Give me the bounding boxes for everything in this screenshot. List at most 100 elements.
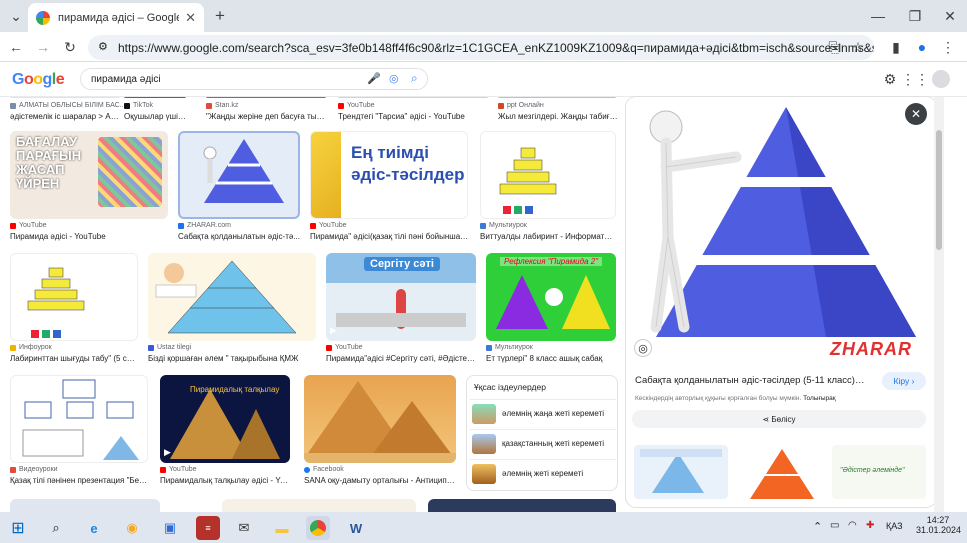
result-source: YouTube [326, 344, 363, 351]
result-card[interactable]: YouTube Трендтегі "Тарсиа" әдісі - YouTu… [338, 97, 488, 127]
result-card-selected[interactable]: ZHARAR.com Сабақта қолданылатын әдіс-тә.… [178, 131, 302, 243]
wifi-icon[interactable]: ◠ [848, 520, 857, 531]
result-thumbnail[interactable] [480, 131, 616, 219]
result-thumbnail[interactable]: Пирамидалық талқылау ▶ [160, 375, 290, 463]
tab-close-icon[interactable]: ✕ [185, 10, 196, 26]
share-button[interactable]: ⋖ Бөлісу [632, 410, 926, 428]
taskbar-search-icon[interactable]: ⌕ [44, 516, 68, 540]
result-thumbnail[interactable] [206, 97, 326, 98]
result-card[interactable]: Видеоуроки Қазақ тілі пәнінен презентаци… [10, 375, 150, 487]
result-thumbnail[interactable] [10, 499, 160, 512]
antivirus-icon[interactable]: ✚ [866, 520, 874, 531]
forward-icon[interactable]: → [33, 37, 53, 57]
result-thumbnail[interactable] [148, 253, 316, 341]
site-info-icon[interactable]: ⚙ [98, 40, 108, 53]
similar-image-thumbnail[interactable]: "Әдістер әлемінде" [832, 445, 926, 499]
panel-title[interactable]: Сабақта қолданылатын әдіс-тәсілдер (5-11… [635, 375, 865, 386]
restore-icon[interactable]: ❐ [905, 6, 925, 26]
result-title: SANA оқу-дамыту орталығы - Антиципаци... [304, 476, 456, 485]
close-panel-icon[interactable]: ✕ [905, 103, 927, 125]
settings-gear-icon[interactable]: ⚙ [880, 69, 900, 89]
related-search-item[interactable]: әлемнің жаңа жеті кереметі [470, 399, 616, 427]
yandex-browser-icon[interactable]: ◉ [120, 516, 144, 540]
lens-search-icon[interactable]: ◎ [634, 339, 652, 357]
result-thumbnail[interactable] [10, 97, 120, 98]
edge-icon[interactable]: e [82, 516, 106, 540]
image-results-grid: АЛМАТЫ ОБЛЫСЫ БІЛІМ БАС... әдістемелік і… [0, 97, 622, 512]
side-panel-icon[interactable]: ▮ [886, 37, 906, 57]
preview-image[interactable]: ZHARAR ◎ [626, 97, 936, 367]
chrome-icon[interactable] [306, 516, 330, 540]
result-card[interactable]: Ең тиімді әдіс-тәсілдер YouTube Пирамида"… [310, 131, 470, 243]
account-avatar[interactable] [932, 70, 950, 88]
result-thumbnail[interactable] [10, 253, 138, 341]
lens-icon[interactable]: ◎ [389, 72, 399, 85]
tab-search-icon[interactable]: ⌄ [6, 6, 26, 26]
back-icon[interactable]: ← [6, 37, 26, 57]
learn-more-link[interactable]: Толығырақ [803, 395, 836, 402]
language-indicator[interactable]: ҚАЗ [886, 521, 903, 531]
result-card[interactable]: БАҒАЛАУ ПАРАҒЫН ЖАСАП ҮЙРЕН YouTube Пирамид… [10, 131, 170, 243]
result-card[interactable]: TikTok Оқушылар үшін қ... [124, 97, 190, 127]
result-card[interactable]: Stan.kz "Жаңды жеріне деп басуға тыры... [206, 97, 328, 127]
voice-search-icon[interactable]: 🎤 [367, 72, 381, 85]
result-card[interactable]: Сергіту сәті ▶ YouTube Пирамида"әдісі #С… [326, 253, 478, 365]
google-logo[interactable]: Google [12, 71, 65, 89]
windows-taskbar: ⊞ ⌕ e ◉ ▣ ≡ ✉ ▬ W ⌃ ▭ ◠ ✚ ҚАЗ 14:27 31.0… [0, 512, 967, 543]
result-thumbnail[interactable] [10, 375, 148, 463]
address-bar[interactable]: ⚙ https://www.google.com/search?sca_esv=… [88, 35, 874, 60]
word-icon[interactable]: W [344, 516, 368, 540]
new-tab-icon[interactable]: + [210, 6, 230, 26]
result-thumbnail[interactable]: Рефлексия "Пирамида 2" [486, 253, 616, 341]
search-box[interactable]: пирамида әдісі 🎤 ◎ ⌕ [80, 68, 428, 90]
result-thumbnail[interactable] [428, 499, 616, 512]
result-thumbnail[interactable] [304, 375, 456, 463]
result-thumbnail[interactable]: Ең тиімді әдіс-тәсілдер [310, 131, 468, 219]
network-icon[interactable]: ▭ [830, 520, 839, 531]
result-thumbnail[interactable]: Сергіту сәті ▶ [326, 253, 476, 341]
result-source: YouTube [338, 102, 375, 109]
store-icon[interactable]: ▣ [158, 516, 182, 540]
profile-icon[interactable]: ● [912, 37, 932, 57]
file-explorer-icon[interactable]: ▬ [270, 516, 294, 540]
result-card[interactable]: АЛМАТЫ ОБЛЫСЫ БІЛІМ БАС... әдістемелік і… [10, 97, 126, 127]
result-thumbnail[interactable] [178, 131, 300, 219]
apps-grid-icon[interactable]: ⋮⋮ [901, 69, 929, 89]
related-search-item[interactable]: қазақстанның жеті кереметі [470, 429, 616, 457]
result-card[interactable]: Рефлексия "Пирамида 2" Мультиурок Ет түр… [486, 253, 618, 365]
result-thumbnail[interactable]: БАҒАЛАУ ПАРАҒЫН ЖАСАП ҮЙРЕН [10, 131, 168, 219]
reload-icon[interactable]: ↻ [60, 37, 80, 57]
share-page-icon[interactable]: ⎘ [824, 37, 844, 57]
result-card[interactable]: Инфоурок Лабиринттан шығуды табу" (5 сын… [10, 253, 140, 365]
result-source: Stan.kz [206, 102, 238, 109]
url-text: https://www.google.com/search?sca_esv=3f… [118, 40, 874, 55]
result-card[interactable]: Пирамидалық талқылау ▶ YouTube Пирамидал… [160, 375, 292, 487]
window-close-icon[interactable]: ✕ [940, 6, 960, 26]
result-thumbnail[interactable] [124, 97, 186, 98]
result-thumbnail[interactable] [498, 97, 616, 98]
result-card[interactable]: Ustaz tilegi Біздi қоршаған әлем " тақыр… [148, 253, 318, 365]
winrar-icon[interactable]: ≡ [196, 516, 220, 540]
result-title: Сабақта қолданылатын әдіс-тә... [178, 232, 300, 241]
result-thumbnail[interactable] [338, 97, 488, 98]
similar-image-thumbnail[interactable] [634, 445, 728, 499]
result-thumbnail[interactable] [222, 499, 416, 512]
related-search-item[interactable]: әлемнің жеті кереметі [470, 459, 616, 487]
result-source: Facebook [304, 466, 344, 473]
result-source: YouTube [160, 466, 197, 473]
similar-image-thumbnail[interactable] [734, 445, 828, 499]
search-icon[interactable]: ⌕ [411, 71, 418, 86]
scrollbar-thumb[interactable] [936, 130, 942, 250]
visit-button[interactable]: Кіру › [882, 372, 926, 390]
clock[interactable]: 14:27 31.01.2024 [916, 515, 961, 535]
browser-tab[interactable]: пирамида әдісі – Google Search ✕ [28, 3, 204, 32]
minimize-icon[interactable]: — [868, 6, 888, 26]
browser-menu-icon[interactable]: ⋮ [938, 37, 958, 57]
start-windows-icon[interactable]: ⊞ [6, 516, 30, 540]
mail-icon[interactable]: ✉ [232, 516, 256, 540]
bookmark-star-icon[interactable]: ☆ [848, 37, 868, 57]
result-card[interactable]: Мультиурок Виттуалды лабиринт - Информат… [480, 131, 618, 243]
result-card[interactable]: Facebook SANA оқу-дамыту орталығы - Анти… [304, 375, 458, 487]
result-card[interactable]: ppt Онлайн Жыл мезгілдері. Жаңды табиғат… [498, 97, 618, 127]
tray-chevron-icon[interactable]: ⌃ [813, 520, 822, 533]
